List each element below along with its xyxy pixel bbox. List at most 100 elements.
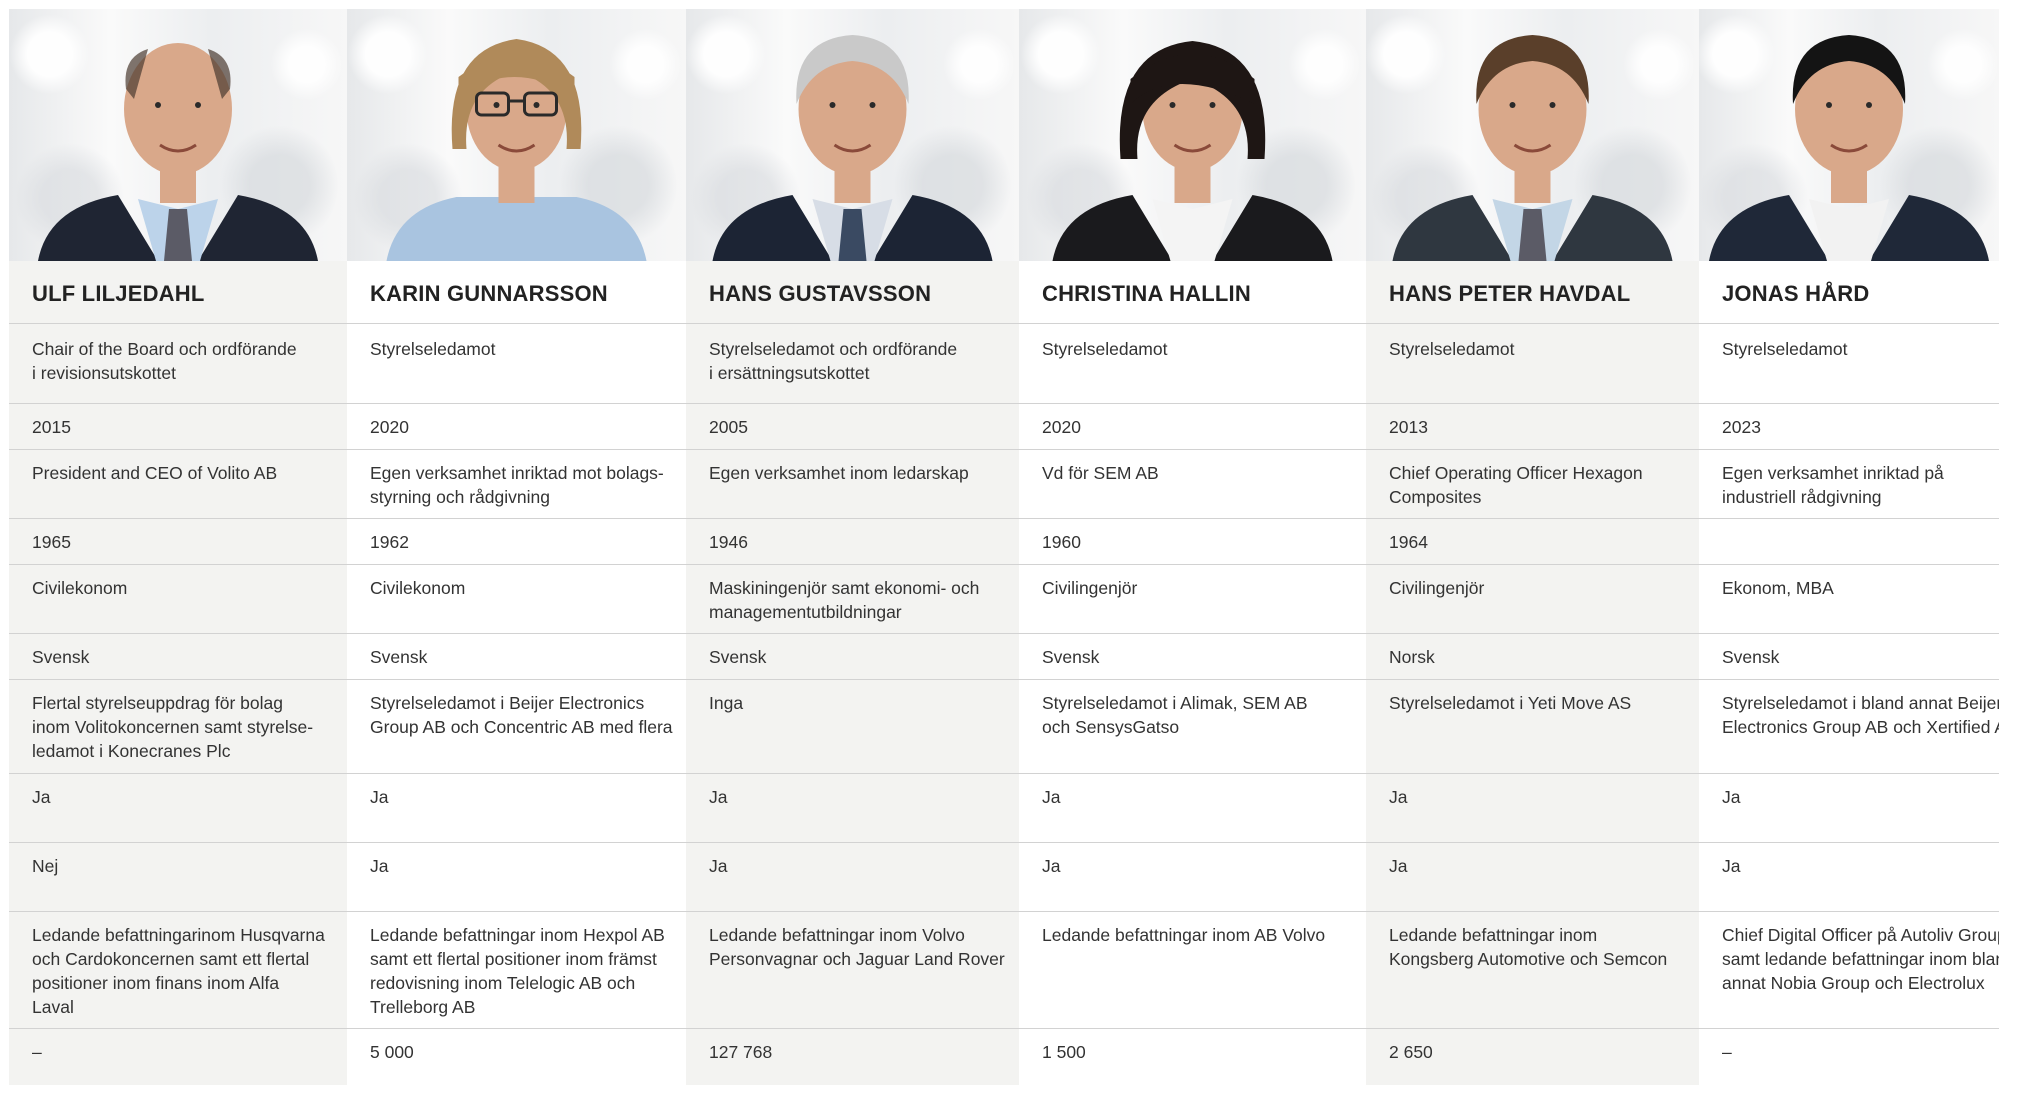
born-year-cell	[1699, 519, 1999, 565]
cell-text-line: Composites	[1389, 487, 1482, 507]
cell-text: 127 768	[709, 1042, 773, 1062]
cell-text-line: samt ett flertal positioner inom främst	[370, 949, 657, 969]
experience-cell: Ledande befattningarinom Husqvarna och Ca…	[9, 912, 347, 1029]
portrait-drawing	[1709, 35, 1989, 261]
cell-text-line: Ledande befattningar inom Hexpol AB	[370, 925, 665, 945]
board-member-column: KARIN GUNNARSSON Styrelseledamot 2020 Egen …	[347, 9, 686, 1085]
cell-text-line: Ledande befattningarinom Husqvarna	[32, 925, 325, 945]
occupation-cell: President and CEO of Volito AB	[9, 450, 347, 519]
cell-text: Ja	[709, 856, 728, 876]
cell-text-line: Inga	[709, 693, 744, 713]
portrait-drawing	[386, 39, 647, 261]
role-cell: Styrelseledamot och ordförande i ersättni…	[686, 324, 1019, 404]
occupation-cell: Egen verksamhet inriktad mot bolags-styr…	[347, 450, 686, 519]
shareholding-cell: –	[9, 1029, 347, 1085]
cell-text-line: Styrelseledamot	[1389, 339, 1515, 359]
cell-text-line: Civilingenjör	[1042, 578, 1138, 598]
cell-text-line: Electronics Group AB och Xertified AB	[1722, 717, 1999, 737]
elected-year-cell: 2020	[347, 404, 686, 450]
cell-text-line: managementutbildningar	[709, 602, 902, 622]
portrait-photo	[1019, 9, 1366, 261]
cell-text-line: positioner inom finans inom Alfa	[32, 973, 280, 993]
cell-text-line: Maskiningenjör samt ekonomi- och	[709, 578, 980, 598]
nationality-cell: Svensk	[1699, 634, 1999, 680]
portrait-photo	[347, 9, 686, 261]
cell-text-line: ledamot i Konecranes Plc	[32, 741, 231, 761]
education-cell: Civilingenjör	[1019, 565, 1366, 634]
cell-text: 1962	[370, 532, 409, 552]
portrait-photo	[1699, 9, 1999, 261]
cell-text-line: och SensysGatso	[1042, 717, 1180, 737]
cell-text-line: Vd för SEM AB	[1042, 463, 1159, 483]
cell-text: –	[1722, 1042, 1732, 1062]
cell-text-line: Chair of the Board och ordförande	[32, 339, 297, 359]
cell-text: Ja	[370, 856, 389, 876]
independence-company-cell: Ja	[347, 774, 686, 843]
cell-text: 2005	[709, 417, 748, 437]
cell-text-line: Laval	[32, 997, 74, 1017]
experience-cell: Ledande befattningar inom Volvo Personvag…	[686, 912, 1019, 1029]
member-name: ULF LILJEDAHL	[9, 261, 347, 324]
cell-text: 2013	[1389, 417, 1428, 437]
cell-text: Ja	[1389, 856, 1408, 876]
cell-text-line: Styrelseledamot och ordförande	[709, 339, 958, 359]
cell-text: 5 000	[370, 1042, 414, 1062]
member-name: JONAS HÅRD	[1699, 261, 1999, 324]
board-members-table: ULF LILJEDAHL Chair of the Board och ordf…	[9, 9, 1999, 1085]
portrait-drawing	[38, 43, 318, 261]
other-assignments-cell: Styrelseledamot i Beijer Electronics Grou…	[347, 680, 686, 774]
portrait-drawing	[1052, 41, 1333, 261]
role-cell: Styrelseledamot	[1019, 324, 1366, 404]
cell-text-line: Kongsberg Automotive och Semcon	[1389, 949, 1668, 969]
other-assignments-cell: Styrelseledamot i bland annat Beijer Elec…	[1699, 680, 1999, 774]
shareholding-cell: 1 500	[1019, 1029, 1366, 1085]
cell-text-line: Trelleborg AB	[370, 997, 476, 1017]
cell-text-line: styrning och rådgivning	[370, 487, 550, 507]
experience-cell: Ledande befattningar inom AB Volvo	[1019, 912, 1366, 1029]
independence-shareholders-cell: Ja	[1699, 843, 1999, 912]
cell-text: Norsk	[1389, 647, 1435, 667]
member-name: HANS PETER HAVDAL	[1366, 261, 1699, 324]
cell-text-line: Styrelseledamot i Yeti Move AS	[1389, 693, 1632, 713]
cell-text: 2015	[32, 417, 71, 437]
cell-text: Ja	[1042, 856, 1061, 876]
member-name: HANS GUSTAVSSON	[686, 261, 1019, 324]
independence-company-cell: Ja	[1699, 774, 1999, 843]
cell-text: Ja	[1042, 787, 1061, 807]
education-cell: Ekonom, MBA	[1699, 565, 1999, 634]
cell-text-line: Ledande befattningar inom	[1389, 925, 1598, 945]
born-year-cell: 1960	[1019, 519, 1366, 565]
cell-text: 2020	[370, 417, 409, 437]
independence-shareholders-cell: Ja	[347, 843, 686, 912]
shareholding-cell: 5 000	[347, 1029, 686, 1085]
elected-year-cell: 2013	[1366, 404, 1699, 450]
cell-text-line: annat Nobia Group och Electrolux	[1722, 973, 1985, 993]
independence-company-cell: Ja	[9, 774, 347, 843]
cell-text: 2 650	[1389, 1042, 1433, 1062]
cell-text-line: Styrelseledamot i Alimak, SEM AB	[1042, 693, 1308, 713]
cell-text-line: Egen verksamhet inriktad mot bolags-	[370, 463, 664, 483]
board-member-column: JONAS HÅRD Styrelseledamot 2023 Egen verksa…	[1699, 9, 1999, 1085]
independence-shareholders-cell: Nej	[9, 843, 347, 912]
cell-text-line: industriell rådgivning	[1722, 487, 1882, 507]
cell-text-line: Ekonom, MBA	[1722, 578, 1834, 598]
cell-text-line: Styrelseledamot i bland annat Beijer	[1722, 693, 1999, 713]
elected-year-cell: 2005	[686, 404, 1019, 450]
cell-text: Ja	[32, 787, 51, 807]
cell-text-line: Ledande befattningar inom AB Volvo	[1042, 925, 1326, 945]
cell-text: 1 500	[1042, 1042, 1086, 1062]
born-year-cell: 1962	[347, 519, 686, 565]
cell-text: Ja	[1722, 856, 1741, 876]
cell-text: 1965	[32, 532, 71, 552]
cell-text: Ja	[709, 787, 728, 807]
cell-text-line: Personvagnar och Jaguar Land Rover	[709, 949, 1005, 969]
cell-text-line: Styrelseledamot	[1042, 339, 1168, 359]
cell-text: –	[32, 1042, 42, 1062]
nationality-cell: Svensk	[347, 634, 686, 680]
cell-text-line: samt ledande befattningar inom bland	[1722, 949, 1999, 969]
cell-text: Svensk	[709, 647, 767, 667]
elected-year-cell: 2023	[1699, 404, 1999, 450]
cell-text: Svensk	[32, 647, 90, 667]
occupation-cell: Chief Operating Officer Hexagon Composite…	[1366, 450, 1699, 519]
other-assignments-cell: Flertal styrelseuppdrag för bolag inom Vo…	[9, 680, 347, 774]
